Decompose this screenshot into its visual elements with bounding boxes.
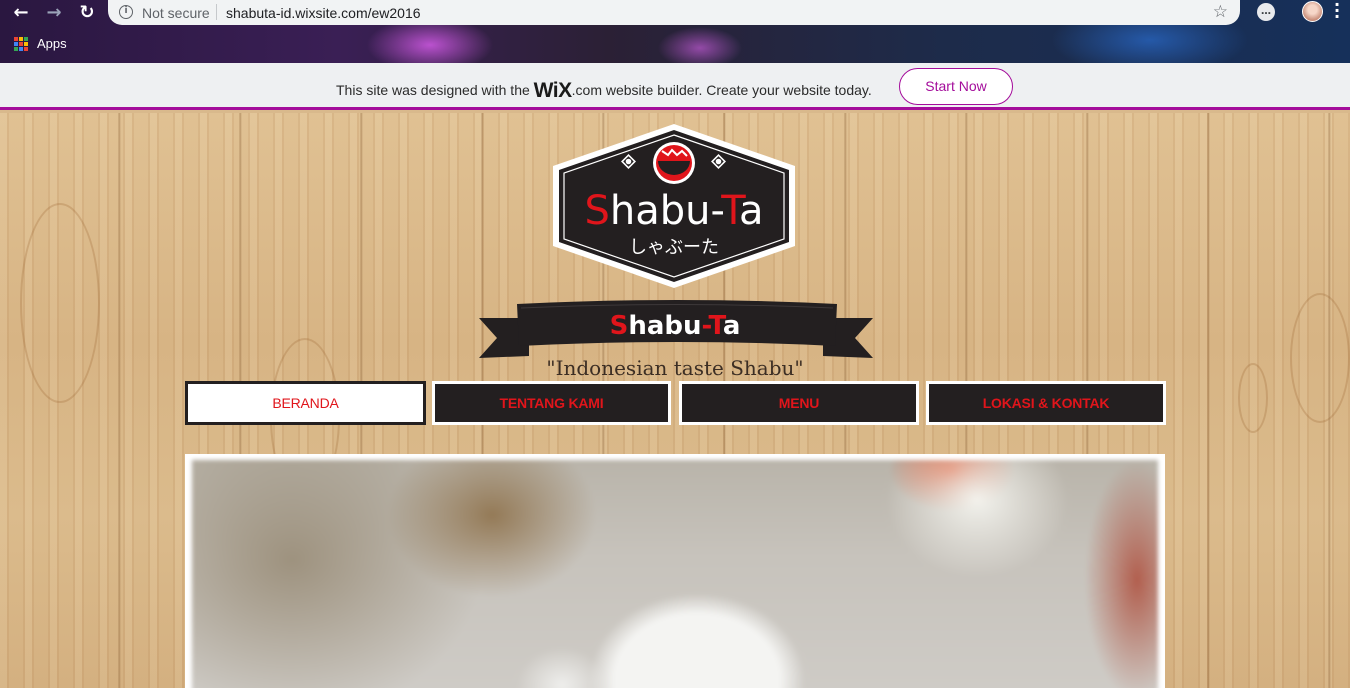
more-menu-icon[interactable]: · · · [1333,0,1341,25]
address-bar[interactable]: i Not secure shabuta-id.wixsite.com/ew20… [108,0,1240,25]
logo-title-s: S [584,188,609,234]
svg-text:Shabu-Ta: Shabu-Ta [584,188,763,234]
nav-tentang-kami[interactable]: TENTANG KAMI [432,381,671,425]
reload-icon[interactable]: ↻ [76,2,98,24]
ramen-bowl-icon [653,142,695,184]
address-separator [216,4,217,20]
url-text[interactable]: shabuta-id.wixsite.com/ew2016 [226,5,421,21]
apps-label: Apps [37,36,67,51]
svg-text:Shabu-Ta: Shabu-Ta [610,311,741,341]
forward-icon[interactable]: → [43,2,65,24]
logo-title-end: a [739,188,764,234]
nav-menu[interactable]: MENU [679,381,919,425]
logo-kana: しゃぶーた [629,237,719,258]
hero-image [192,460,1158,688]
ribbon-s: S [610,311,629,341]
profile-avatar[interactable] [1302,1,1323,22]
apps-grid-icon [14,36,28,51]
wix-banner: This site was designed with the WiX.com … [0,63,1350,110]
nav-beranda[interactable]: BERANDA [185,381,426,425]
wix-banner-text-before: This site was designed with the [336,82,530,98]
security-label: Not secure [142,5,210,21]
wix-logo[interactable]: WiX [534,79,572,102]
site-logo[interactable]: Shabu-Ta しゃぶーた [550,121,798,291]
site-tagline: "Indonesian taste Shabu" [546,356,804,380]
apps-bookmark[interactable]: Apps [14,36,67,51]
back-icon[interactable]: ← [10,2,32,24]
site-page: Shabu-Ta しゃぶーた Shabu-Ta "Indonesian tast… [0,113,1350,688]
star-icon[interactable]: ☆ [1213,2,1228,22]
ribbon-mid: habu [628,311,701,341]
logo-title-rest: habu- [610,188,724,234]
extension-icon[interactable]: … [1257,3,1275,21]
nav-lokasi-kontak[interactable]: LOKASI & KONTAK [926,381,1166,425]
wix-banner-text: This site was designed with the WiX.com … [336,79,872,103]
wix-banner-text-after: .com website builder. Create your websit… [571,82,872,98]
start-now-button[interactable]: Start Now [899,68,1013,105]
info-icon[interactable]: i [119,5,133,19]
ribbon-end: a [723,311,741,341]
browser-chrome: ← → ↻ i Not secure shabuta-id.wixsite.co… [0,0,1350,63]
